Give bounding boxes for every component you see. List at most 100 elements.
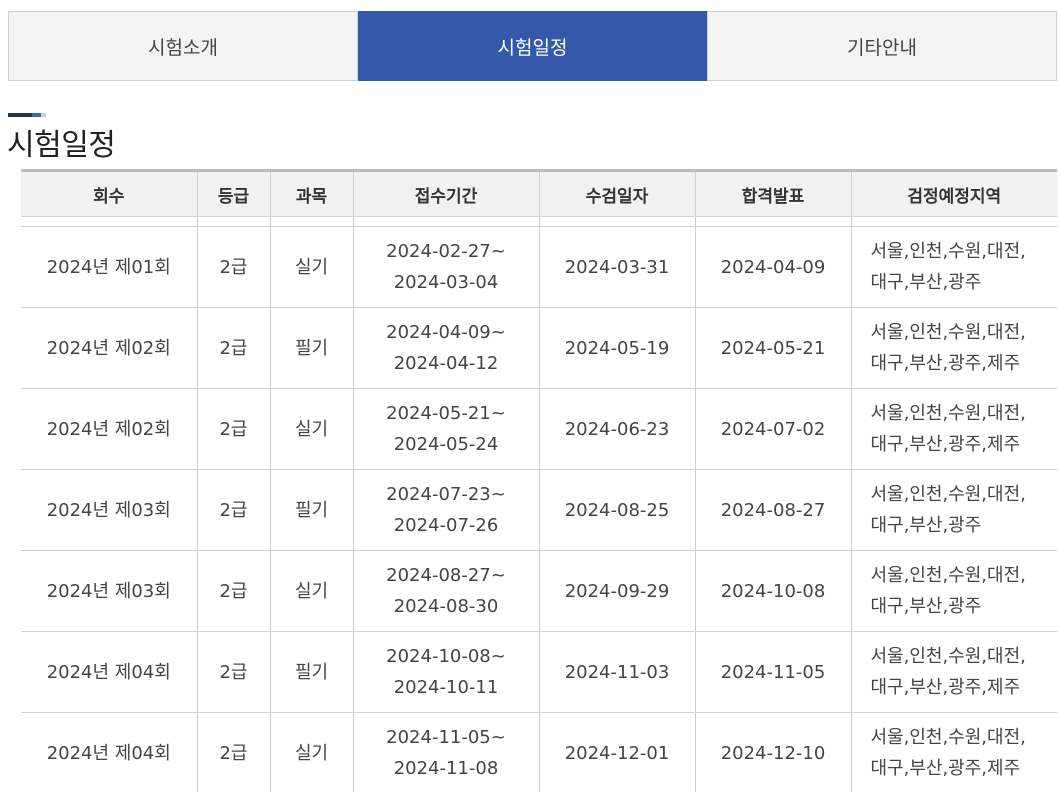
cell-registration-end: 2024-11-08 — [393, 758, 499, 779]
cell-grade: 2급 — [197, 226, 271, 308]
tab-exam-intro[interactable]: 시험소개 — [8, 11, 358, 81]
cell-registration: 2024-11-05~ 2024-11-08 — [353, 712, 540, 792]
header-subject: 과목 — [270, 169, 354, 217]
cell-registration: 2024-04-09~ 2024-04-12 — [353, 307, 540, 389]
cell-exam-date: 2024-03-31 — [539, 226, 696, 308]
table-row: 2024년 제02회 2급 필기 2024-04-09~ 2024-04-12 2024-… — [21, 307, 1057, 389]
header-grade: 등급 — [197, 169, 271, 217]
cell-registration-end: 2024-07-26 — [393, 515, 499, 536]
cell-region-line-1: 서울,인천,수원,대전, — [870, 322, 1026, 343]
table-header: 회수 등급 과목 접수기간 수검일자 합격발표 검정예정지역 — [21, 169, 1057, 217]
table-row: 2024년 제03회 2급 필기 2024-07-23~ 2024-07-26 2024-… — [21, 469, 1057, 551]
section-title: 시험일정 — [7, 128, 116, 163]
cell-registration-start: 2024-04-09~ — [386, 322, 506, 343]
table-row: 2024년 제04회 2급 실기 2024-11-05~ 2024-11-08 2024-… — [21, 712, 1057, 792]
cell-registration-start: 2024-05-21~ — [386, 403, 506, 424]
cell-region-line-1: 서울,인천,수원,대전, — [870, 727, 1026, 748]
cell-grade: 2급 — [197, 631, 271, 713]
cell-registration-end: 2024-04-12 — [393, 353, 499, 374]
cell-registration-start: 2024-10-08~ — [386, 646, 506, 667]
cell-registration: 2024-07-23~ 2024-07-26 — [353, 469, 540, 551]
cell-region: 서울,인천,수원,대전, 대구,부산,광주,제주 — [851, 307, 1057, 389]
tab-exam-schedule[interactable]: 시험일정 — [358, 11, 707, 81]
cell-grade: 2급 — [197, 550, 271, 632]
table-spacer-row — [21, 216, 1057, 227]
cell-registration-end: 2024-10-11 — [393, 677, 499, 698]
cell-subject: 필기 — [270, 307, 354, 389]
header-result-date: 합격발표 — [695, 169, 852, 217]
cell-region-line-1: 서울,인천,수원,대전, — [870, 565, 1026, 586]
cell-registration-end: 2024-05-24 — [393, 434, 499, 455]
cell-round: 2024년 제03회 — [21, 469, 198, 551]
table-body: 2024년 제01회 2급 실기 2024-02-27~ 2024-03-04 2024-… — [21, 216, 1057, 792]
cell-region-line-1: 서울,인천,수원,대전, — [870, 484, 1026, 505]
tab-bar: 시험소개 시험일정 기타안내 — [8, 11, 1057, 81]
cell-round: 2024년 제04회 — [21, 712, 198, 792]
cell-registration-end: 2024-03-04 — [393, 272, 499, 293]
cell-registration-end: 2024-08-30 — [393, 596, 499, 617]
header-round: 회수 — [21, 169, 198, 217]
header-exam-date: 수검일자 — [539, 169, 696, 217]
schedule-table: 회수 등급 과목 접수기간 수검일자 합격발표 검정예정지역 2024년 제01… — [21, 169, 1057, 792]
table-row: 2024년 제03회 2급 실기 2024-08-27~ 2024-08-30 2024-… — [21, 550, 1057, 632]
cell-grade: 2급 — [197, 307, 271, 389]
cell-exam-date: 2024-05-19 — [539, 307, 696, 389]
cell-region-line-2: 대구,부산,광주,제주 — [870, 434, 1021, 455]
cell-result-date: 2024-04-09 — [695, 226, 852, 308]
cell-grade: 2급 — [197, 469, 271, 551]
cell-exam-date: 2024-08-25 — [539, 469, 696, 551]
cell-result-date: 2024-07-02 — [695, 388, 852, 470]
cell-round: 2024년 제03회 — [21, 550, 198, 632]
header-region: 검정예정지역 — [851, 169, 1057, 217]
cell-exam-date: 2024-11-03 — [539, 631, 696, 713]
cell-region: 서울,인천,수원,대전, 대구,부산,광주 — [851, 550, 1057, 632]
section-title-accent — [8, 113, 46, 117]
cell-registration: 2024-05-21~ 2024-05-24 — [353, 388, 540, 470]
cell-registration-start: 2024-08-27~ — [386, 565, 506, 586]
cell-registration-start: 2024-11-05~ — [386, 727, 506, 748]
cell-exam-date: 2024-12-01 — [539, 712, 696, 792]
cell-exam-date: 2024-09-29 — [539, 550, 696, 632]
cell-subject: 필기 — [270, 469, 354, 551]
cell-subject: 실기 — [270, 712, 354, 792]
cell-region-line-1: 서울,인천,수원,대전, — [870, 403, 1026, 424]
cell-registration-start: 2024-02-27~ — [386, 241, 506, 262]
cell-subject: 실기 — [270, 550, 354, 632]
cell-grade: 2급 — [197, 712, 271, 792]
cell-region-line-2: 대구,부산,광주,제주 — [870, 758, 1021, 779]
cell-region: 서울,인천,수원,대전, 대구,부산,광주 — [851, 469, 1057, 551]
cell-region-line-2: 대구,부산,광주 — [870, 272, 982, 293]
cell-registration: 2024-08-27~ 2024-08-30 — [353, 550, 540, 632]
cell-registration-start: 2024-07-23~ — [386, 484, 506, 505]
cell-exam-date: 2024-06-23 — [539, 388, 696, 470]
cell-result-date: 2024-05-21 — [695, 307, 852, 389]
cell-result-date: 2024-08-27 — [695, 469, 852, 551]
cell-subject: 실기 — [270, 388, 354, 470]
cell-round: 2024년 제01회 — [21, 226, 198, 308]
cell-region-line-2: 대구,부산,광주 — [870, 515, 982, 536]
cell-region: 서울,인천,수원,대전, 대구,부산,광주,제주 — [851, 712, 1057, 792]
cell-registration: 2024-02-27~ 2024-03-04 — [353, 226, 540, 308]
cell-region: 서울,인천,수원,대전, 대구,부산,광주,제주 — [851, 631, 1057, 713]
cell-result-date: 2024-10-08 — [695, 550, 852, 632]
cell-round: 2024년 제02회 — [21, 388, 198, 470]
cell-subject: 실기 — [270, 226, 354, 308]
cell-subject: 필기 — [270, 631, 354, 713]
cell-region: 서울,인천,수원,대전, 대구,부산,광주,제주 — [851, 388, 1057, 470]
table-row: 2024년 제01회 2급 실기 2024-02-27~ 2024-03-04 2024-… — [21, 226, 1057, 308]
table-row: 2024년 제04회 2급 필기 2024-10-08~ 2024-10-11 2024-… — [21, 631, 1057, 713]
table-row: 2024년 제02회 2급 실기 2024-05-21~ 2024-05-24 2024-… — [21, 388, 1057, 470]
cell-registration: 2024-10-08~ 2024-10-11 — [353, 631, 540, 713]
cell-result-date: 2024-11-05 — [695, 631, 852, 713]
cell-round: 2024년 제04회 — [21, 631, 198, 713]
header-registration-period: 접수기간 — [353, 169, 540, 217]
cell-region-line-1: 서울,인천,수원,대전, — [870, 646, 1026, 667]
cell-region-line-2: 대구,부산,광주,제주 — [870, 353, 1021, 374]
cell-grade: 2급 — [197, 388, 271, 470]
tab-other-info[interactable]: 기타안내 — [707, 11, 1057, 81]
cell-region-line-2: 대구,부산,광주,제주 — [870, 677, 1021, 698]
cell-round: 2024년 제02회 — [21, 307, 198, 389]
cell-region-line-1: 서울,인천,수원,대전, — [870, 241, 1026, 262]
cell-region-line-2: 대구,부산,광주 — [870, 596, 982, 617]
cell-region: 서울,인천,수원,대전, 대구,부산,광주 — [851, 226, 1057, 308]
